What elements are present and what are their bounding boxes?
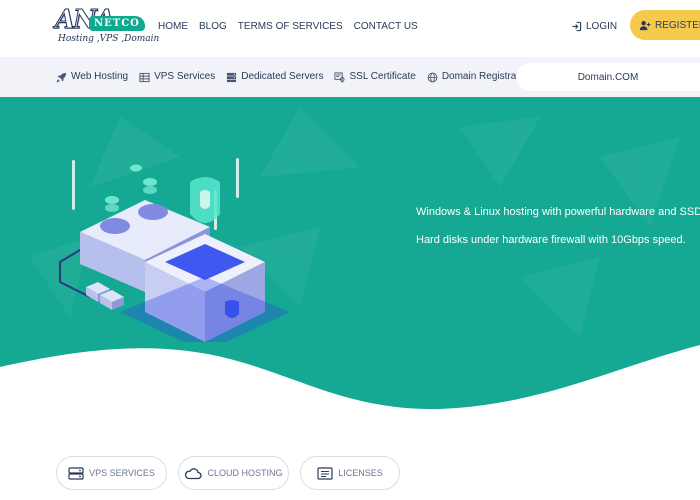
domain-search-box[interactable]: Domain.COM xyxy=(516,63,700,91)
subnav-item-dedicated-servers[interactable]: Dedicated Servers xyxy=(226,70,323,84)
cloud-icon xyxy=(184,467,203,480)
logo-badge: NETCO xyxy=(89,16,145,31)
server-rack-icon xyxy=(226,72,237,83)
subnav-label: Web Hosting xyxy=(71,71,129,82)
subnav-label: VPS Services xyxy=(154,71,216,82)
globe-icon xyxy=(427,72,438,83)
nav-terms-of-services[interactable]: TERMS OF SERVICES xyxy=(238,20,343,34)
nav-contact-us[interactable]: CONTACT US xyxy=(354,20,418,34)
tab-licenses[interactable]: LICENSES xyxy=(300,456,400,490)
subnav-label: SSL Certificate xyxy=(349,71,416,82)
certificate-icon xyxy=(334,71,346,83)
tab-cloud-hosting[interactable]: CLOUD HOSTING xyxy=(178,456,289,490)
register-button[interactable]: REGISTER xyxy=(630,10,700,40)
tab-vps-services[interactable]: VPS SERVICES xyxy=(56,456,167,490)
tab-label: CLOUD HOSTING xyxy=(207,468,283,478)
domain-label: Domain.COM xyxy=(577,71,639,83)
site-header: ANA NETCO Hosting ,VPS ,Domain HOME BLOG… xyxy=(0,0,700,57)
login-button[interactable]: LOGIN xyxy=(571,13,621,39)
nav-home[interactable]: HOME xyxy=(158,20,188,34)
subnav-item-web-hosting[interactable]: Web Hosting xyxy=(56,70,128,84)
top-navigation: HOME BLOG TERMS OF SERVICES CONTACT US xyxy=(158,20,418,34)
license-icon xyxy=(317,466,333,480)
tab-label: LICENSES xyxy=(338,468,383,478)
logo-tagline: Hosting ,VPS ,Domain xyxy=(58,34,160,44)
service-tabs: VPS SERVICES CLOUD HOSTING LICENSES xyxy=(56,456,400,490)
login-label: LOGIN xyxy=(586,20,618,32)
add-user-icon xyxy=(639,20,651,31)
hero-banner: Windows & Linux hosting with powerful ha… xyxy=(0,97,700,417)
hero-wave xyxy=(0,345,700,417)
subnav-item-ssl-certificate[interactable]: SSL Certificate xyxy=(334,70,416,84)
server-grid-icon xyxy=(139,72,150,83)
subnav-item-vps-services[interactable]: VPS Services xyxy=(139,70,215,84)
nav-blog[interactable]: BLOG xyxy=(199,20,227,34)
rocket-icon xyxy=(56,72,67,83)
tab-label: VPS SERVICES xyxy=(89,468,155,478)
site-logo[interactable]: ANA NETCO Hosting ,VPS ,Domain xyxy=(54,6,159,46)
vps-icon xyxy=(68,466,84,480)
subnav-label: Dedicated Servers xyxy=(241,71,324,82)
sign-in-icon xyxy=(571,21,582,32)
register-label: REGISTER xyxy=(655,19,700,31)
